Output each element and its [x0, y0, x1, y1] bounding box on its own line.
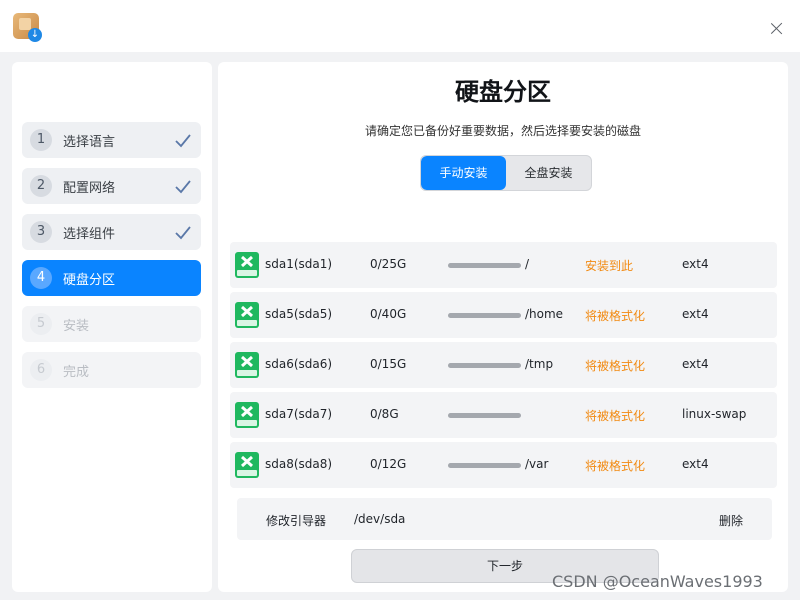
- step-number: 2: [30, 175, 52, 197]
- usage-bar: [448, 463, 521, 468]
- usage-bar: [448, 263, 521, 268]
- step-label: 选择语言: [63, 135, 116, 150]
- mount-point: /tmp: [525, 357, 554, 371]
- check-icon: [175, 130, 191, 150]
- partition-status: 安装到此: [585, 259, 634, 273]
- check-icon: [175, 176, 191, 196]
- step-label: 硬盘分区: [63, 273, 116, 288]
- step-label: 完成: [63, 365, 90, 380]
- filesystem-type: ext4: [682, 357, 709, 371]
- installer-app-icon: ↓: [13, 13, 42, 42]
- mount-point: /home: [525, 307, 564, 321]
- step-label: 选择组件: [63, 227, 116, 242]
- bootloader-device[interactable]: /dev/sda: [354, 512, 405, 526]
- disk-icon: [235, 302, 259, 328]
- install-mode-switch: 手动安装 全盘安装: [420, 155, 592, 191]
- partition-status: 将被格式化: [585, 359, 646, 373]
- step-select-components[interactable]: 3 选择组件: [22, 214, 201, 250]
- partition-size: 0/8G: [370, 407, 399, 421]
- partition-name: sda5(sda5): [265, 307, 333, 321]
- page-subtitle: 请确定您已备份好重要数据，然后选择要安装的磁盘: [364, 124, 641, 138]
- step-disk-partition[interactable]: 4 硬盘分区: [22, 260, 201, 296]
- disk-icon: [235, 352, 259, 378]
- step-number: 6: [30, 359, 52, 381]
- disk-icon: [235, 252, 259, 278]
- partition-name: sda7(sda7): [265, 407, 333, 421]
- partition-row[interactable]: sda1(sda1) 0/25G / 安装到此 ext4: [230, 242, 777, 288]
- partition-status: 将被格式化: [585, 409, 646, 423]
- step-label: 配置网络: [63, 181, 116, 196]
- main-panel: 硬盘分区 请确定您已备份好重要数据，然后选择要安装的磁盘 手动安装 全盘安装 s…: [218, 62, 788, 592]
- filesystem-type: linux-swap: [682, 407, 747, 421]
- filesystem-type: ext4: [682, 457, 709, 471]
- step-select-language[interactable]: 1 选择语言: [22, 122, 201, 158]
- mount-point: /: [525, 257, 530, 271]
- partition-row[interactable]: sda8(sda8) 0/12G/var 将被格式化 ext4: [230, 442, 777, 488]
- steps-sidebar: 1 选择语言 2 配置网络 3 选择组件 4 硬盘分区 5 安装 6 完成: [12, 62, 212, 592]
- check-icon: [175, 222, 191, 242]
- step-install: 5 安装: [22, 306, 201, 342]
- bootloader-label: 修改引导器: [266, 514, 327, 528]
- step-number: 5: [30, 313, 52, 335]
- partition-row[interactable]: sda6(sda6) 0/15G/tmp 将被格式化 ext4: [230, 342, 777, 388]
- partition-name: sda8(sda8): [265, 457, 333, 471]
- partition-size: 0/12G: [370, 457, 407, 471]
- step-number: 1: [30, 129, 52, 151]
- partition-name: sda1(sda1): [265, 257, 333, 271]
- step-number: 3: [30, 221, 52, 243]
- disk-icon: [235, 452, 259, 478]
- partition-size: 0/25G: [370, 257, 407, 271]
- tab-manual-install[interactable]: 手动安装: [421, 156, 506, 190]
- delete-button[interactable]: 删除: [719, 512, 743, 529]
- partition-status: 将被格式化: [585, 309, 646, 323]
- usage-bar: [448, 363, 521, 368]
- partition-name: sda6(sda6): [265, 357, 333, 371]
- mount-point: /var: [525, 457, 549, 471]
- step-finish: 6 完成: [22, 352, 201, 388]
- watermark: CSDN @OceanWaves1993: [552, 572, 763, 591]
- usage-bar: [448, 313, 521, 318]
- tab-full-disk-install[interactable]: 全盘安装: [506, 156, 591, 190]
- close-icon[interactable]: [768, 20, 786, 38]
- disk-icon: [235, 402, 259, 428]
- step-configure-network[interactable]: 2 配置网络: [22, 168, 201, 204]
- partition-row[interactable]: sda7(sda7) 0/8G 将被格式化 linux-swap: [230, 392, 777, 438]
- partition-status: 将被格式化: [585, 459, 646, 473]
- title-bar: ↓: [0, 0, 800, 52]
- filesystem-type: ext4: [682, 257, 709, 271]
- partition-size: 0/40G: [370, 307, 407, 321]
- usage-bar: [448, 413, 521, 418]
- partition-row[interactable]: sda5(sda5) 0/40G/home 将被格式化 ext4: [230, 292, 777, 338]
- bootloader-row: 修改引导器 /dev/sda 删除: [237, 498, 772, 540]
- step-number: 4: [30, 267, 52, 289]
- download-icon: ↓: [28, 28, 42, 42]
- step-label: 安装: [63, 319, 90, 334]
- page-title: 硬盘分区: [455, 78, 551, 106]
- filesystem-type: ext4: [682, 307, 709, 321]
- partition-size: 0/15G: [370, 357, 407, 371]
